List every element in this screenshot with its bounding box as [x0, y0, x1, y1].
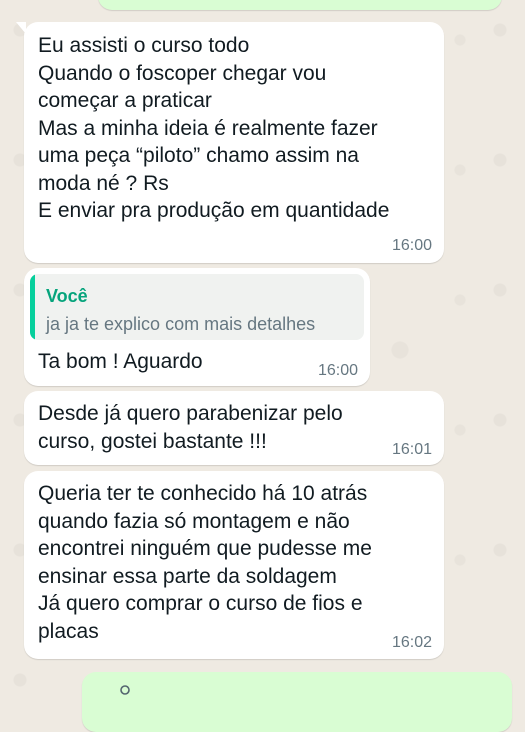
message-timestamp: 16:02	[391, 634, 432, 651]
message-timestamp: 16:00	[391, 237, 432, 254]
incoming-message-bubble[interactable]: Desde já quero parabenizar pelo curso, g…	[24, 391, 444, 465]
incoming-message-bubble[interactable]: Eu assisti o curso todo Quando o foscope…	[16, 22, 444, 263]
outgoing-message-bubble[interactable]	[82, 672, 512, 732]
message-text: Ta bom ! Aguardo	[38, 350, 203, 373]
quote-accent-bar	[30, 274, 35, 340]
message-timestamp: 16:01	[391, 441, 432, 458]
message-text: Desde já quero parabenizar pelo curso, g…	[38, 402, 343, 453]
incoming-message-bubble[interactable]: Queria ter te conhecido há 10 atrás quan…	[24, 471, 444, 659]
message-text: Queria ter te conhecido há 10 atrás quan…	[38, 482, 372, 643]
quote-author: Você	[46, 286, 88, 306]
quoted-message[interactable]: Você ja ja te explico com mais detalhes	[30, 274, 364, 340]
incoming-reply-bubble[interactable]: Você ja ja te explico com mais detalhes …	[24, 268, 370, 386]
quote-text: ja ja te explico com mais detalhes	[46, 314, 316, 334]
person-icon-svg	[120, 685, 130, 695]
person-icon	[114, 682, 136, 709]
message-text: Eu assisti o curso todo Quando o foscope…	[38, 34, 390, 222]
outgoing-message-bubble[interactable]	[98, 0, 502, 10]
message-timestamp: 16:00	[317, 362, 358, 379]
